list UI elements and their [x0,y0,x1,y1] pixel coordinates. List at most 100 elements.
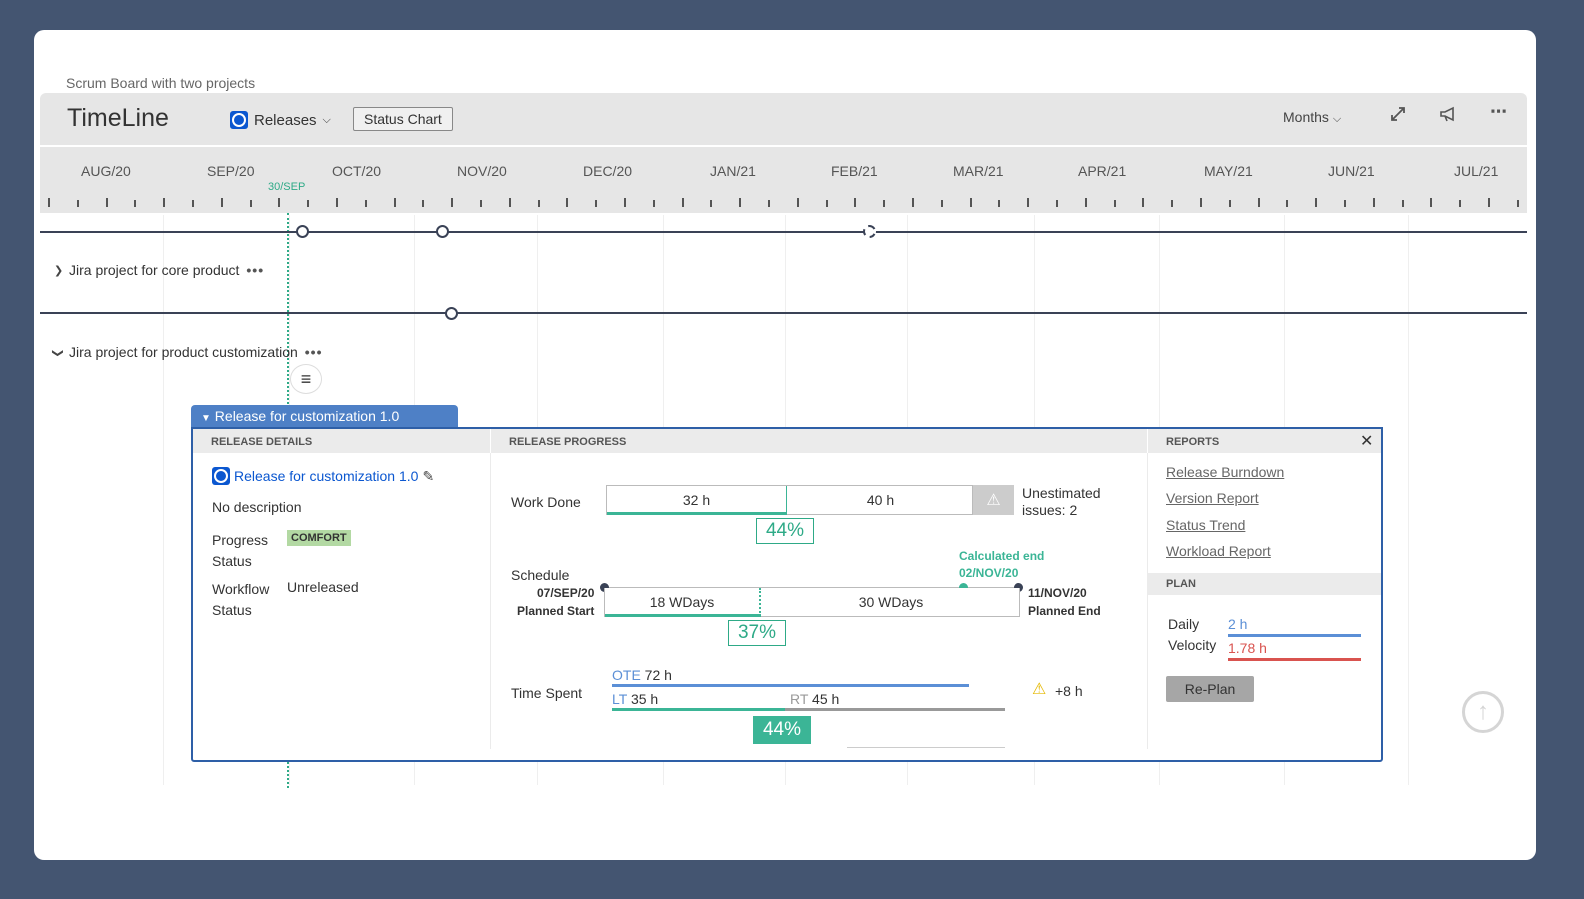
board-name: Scrum Board with two projects [66,75,256,91]
calculated-end-label: Calculated end [959,549,1045,563]
more-options-icon[interactable]: ••• [246,262,264,278]
axis-tick [825,200,828,207]
work-done-label: Work Done [511,494,581,510]
scale-selector[interactable]: Months ⌵ [1283,109,1341,126]
work-done-hours: 32 h [607,486,787,514]
warning-icon: ⚠ [973,485,1014,515]
align-text-icon[interactable]: ≡ [290,364,322,394]
axis-tick [1401,200,1404,207]
unestimated-issues: Unestimated issues: 2 [1022,485,1101,518]
axis-tick [278,198,281,207]
planned-end-label: Planned End [1028,604,1101,618]
report-link-release-burndown[interactable]: Release Burndown [1166,464,1284,480]
lt-row: LT 35 h [612,691,658,707]
axis-tick [220,198,223,207]
rt-bar [785,708,1005,711]
axis-tick [336,198,338,207]
lt-value: 35 h [630,691,659,707]
planned-velocity-bar [1228,634,1361,637]
grid-line [1408,215,1409,785]
planned-start-date: 07/SEP/20 [537,586,595,600]
axis-tick [1142,198,1145,207]
announcement-icon[interactable] [1439,105,1459,128]
status-chart-button[interactable]: Status Chart [353,107,453,131]
scroll-to-top-icon[interactable]: ↑ [1462,691,1504,733]
release-details-heading: RELEASE DETAILS [193,429,490,453]
axis-tick [940,200,943,207]
release-description: No description [212,499,302,515]
axis-tick [998,200,1001,207]
axis-tick [796,198,799,207]
axis-tick [1459,200,1462,207]
velocity-label: Daily Velocity [1168,616,1217,653]
month-label: APR/21 [1078,163,1127,179]
release-milestone[interactable] [863,225,876,238]
project-row-customization[interactable]: ❯ Jira project for product customization… [52,344,323,360]
warning-icon: ⚠ [1032,681,1047,698]
axis-tick [652,200,655,207]
workflow-status-value: Unreleased [287,579,359,595]
axis-tick [1056,200,1058,207]
release-name-row[interactable]: Release for customization 1.0 ✎ [212,467,434,485]
month-label: MAR/21 [953,163,1004,179]
axis-tick [1084,198,1087,207]
axis-tick [739,198,742,207]
edit-icon[interactable]: ✎ [422,468,434,485]
workflow-status-label: Workflow Status [212,581,270,618]
project-row-core[interactable]: ❯ Jira project for core product ••• [54,262,264,278]
close-icon[interactable]: ✕ [1360,431,1373,451]
axis-tick [134,200,137,207]
report-link-status-trend[interactable]: Status Trend [1166,517,1245,533]
report-link-version-report[interactable]: Version Report [1166,490,1259,506]
replan-button[interactable]: Re-Plan [1166,676,1254,702]
project-name: Jira project for product customization [69,344,298,360]
axis-tick [76,200,79,207]
rt-label: RT [790,691,809,707]
work-done-percent: 44% [756,518,814,544]
actual-velocity: 1.78 h [1228,640,1267,656]
axis-tick [537,200,540,207]
scale-label: Months [1283,109,1329,125]
remaining-workdays: 30 WDays [858,594,924,610]
more-options-icon[interactable]: ⋯ [1490,102,1507,122]
release-milestone[interactable] [445,307,458,320]
axis-tick [1430,198,1433,207]
release-milestone[interactable] [296,225,309,238]
report-link-workload-report[interactable]: Workload Report [1166,543,1271,559]
release-tab[interactable]: ▼ Release for customization 1.0 [191,405,458,427]
axis-tick [307,200,310,207]
expand-icon[interactable] [1389,105,1407,128]
axis-tick [883,200,886,207]
rt-row: RT 45 h [790,691,839,707]
month-label: SEP/20 [207,163,255,179]
axis-tick [249,200,252,207]
more-options-icon[interactable]: ••• [305,344,323,360]
axis-tick [1200,198,1202,207]
axis-tick [1488,198,1490,207]
month-label: NOV/20 [457,163,507,179]
month-label: JUL/21 [1454,163,1499,179]
ote-bar [612,684,969,687]
timeline-card: Scrum Board with two projects TimeLine R… [34,30,1536,860]
releases-selector[interactable]: Releases ⌵ [230,111,331,129]
axis-tick [105,198,108,207]
axis-tick [681,198,684,207]
axis-tick [1344,200,1346,207]
release-milestone[interactable] [436,225,449,238]
axis-tick [710,200,713,207]
chevron-down-icon: ▼ [201,413,211,424]
release-icon [230,111,248,129]
time-spent-baseline [847,747,1005,748]
schedule-bar: 18 WDays 30 WDays [604,588,1020,617]
axis-tick [451,198,454,207]
project-name: Jira project for core product [69,262,240,278]
section-divider [1147,453,1148,749]
release-name[interactable]: Release for customization 1.0 [234,468,418,484]
release-panel: RELEASE DETAILS RELEASE PROGRESS REPORTS… [191,427,1383,762]
axis-tick [1286,200,1289,207]
schedule-fill [605,614,761,617]
axis-tick [969,198,972,207]
axis-tick [1315,198,1318,207]
grid-line [163,215,164,785]
timeline-axis: AUG/20 SEP/20 OCT/20 NOV/20 DEC/20 JAN/2… [40,147,1527,213]
